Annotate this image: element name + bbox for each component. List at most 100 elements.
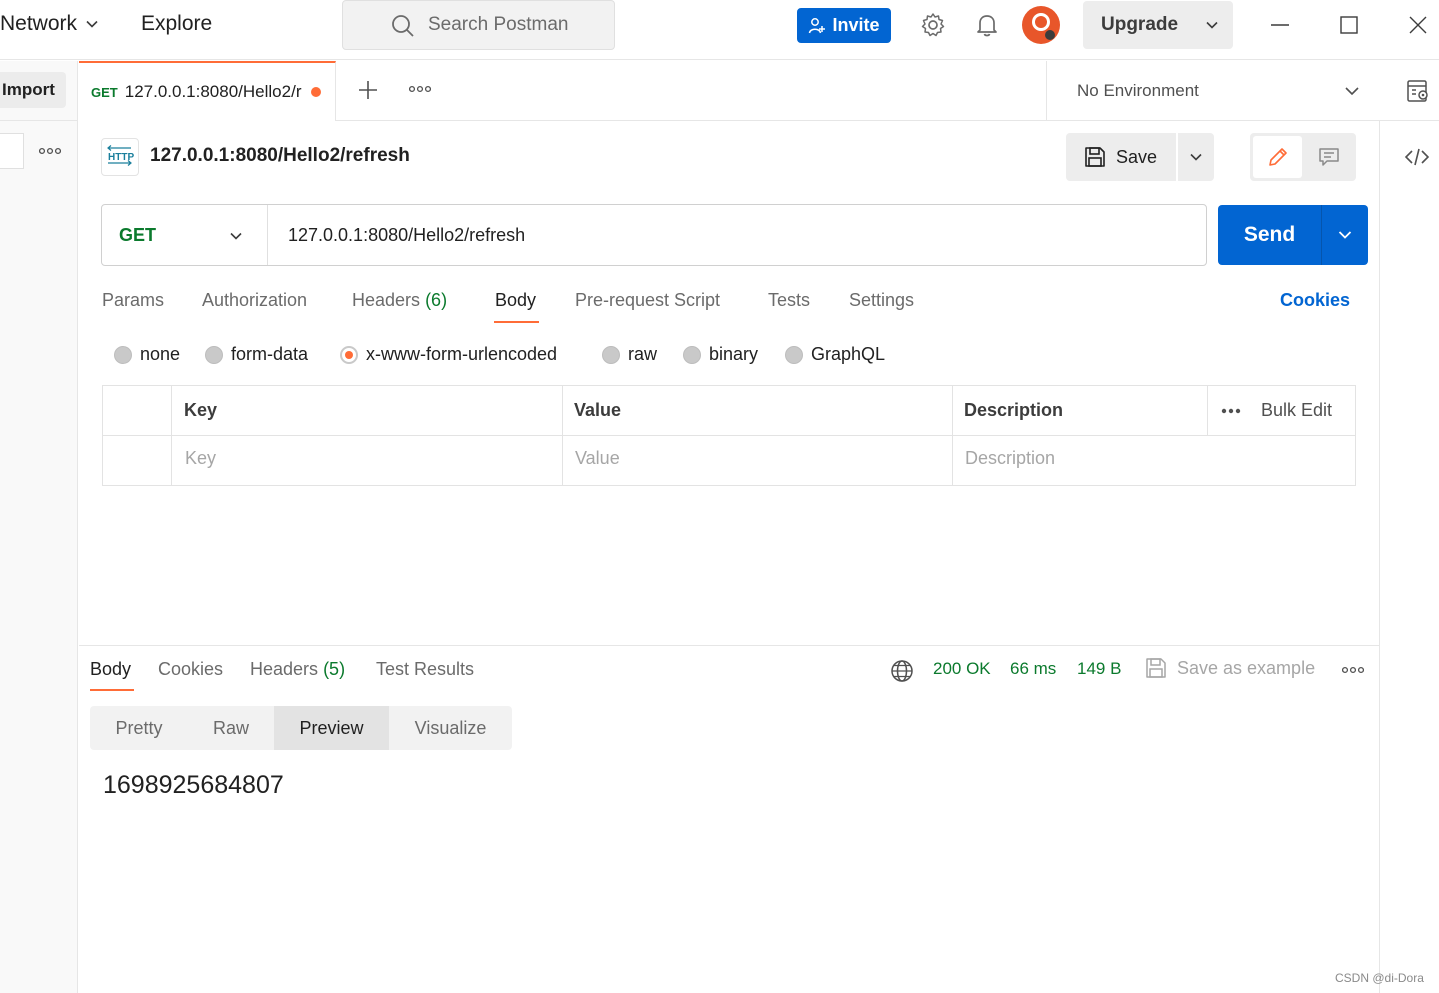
save-options-dropdown[interactable] <box>1178 133 1214 181</box>
upgrade-button[interactable]: Upgrade <box>1083 1 1233 49</box>
http-request-icon: HTTP <box>101 138 139 176</box>
radio-label: form-data <box>231 344 309 364</box>
tab-authorization[interactable]: Authorization <box>202 290 307 311</box>
response-tab-body[interactable]: Body <box>90 659 131 680</box>
import-button[interactable]: Import <box>0 72 66 108</box>
send-button[interactable]: Send <box>1218 205 1321 265</box>
new-tab-plus-icon[interactable] <box>356 78 380 102</box>
tab-headers[interactable]: Headers (6) <box>352 290 447 311</box>
pencil-icon <box>1268 148 1287 166</box>
save-disk-icon <box>1085 147 1105 167</box>
radio-label: GraphQL <box>811 344 886 364</box>
radio-form-data[interactable]: form-data <box>205 344 308 365</box>
bulk-edit-button[interactable]: Bulk Edit <box>1261 400 1332 421</box>
radio-label: raw <box>628 344 658 364</box>
more-options-icon[interactable] <box>1342 666 1364 674</box>
request-tab-strip: GET 127.0.0.1:8080/Hello2/r No Environme… <box>79 61 1439 121</box>
watermark: CSDN @di-Dora <box>1335 971 1424 985</box>
view-pretty[interactable]: Pretty <box>90 706 188 750</box>
tab-label: Headers <box>352 290 421 310</box>
key-input[interactable]: Key <box>185 448 216 469</box>
environment-quick-look-icon[interactable] <box>1405 78 1431 104</box>
tab-tests[interactable]: Tests <box>768 290 810 311</box>
radio-x-www-form-urlencoded[interactable]: x-www-form-urlencoded <box>340 344 557 365</box>
edit-mode-button[interactable] <box>1253 136 1302 178</box>
tab-params[interactable]: Params <box>102 290 164 311</box>
sidebar-filter-input[interactable] <box>0 133 24 169</box>
method-dropdown[interactable]: GET <box>102 205 268 265</box>
active-tab-indicator <box>90 689 134 691</box>
response-tab-headers[interactable]: Headers (5) <box>250 659 345 680</box>
save-button[interactable]: Save <box>1066 133 1176 181</box>
radio-label: binary <box>709 344 759 364</box>
invite-button[interactable]: Invite <box>797 8 891 43</box>
chevron-down-icon <box>1206 21 1218 29</box>
description-input[interactable]: Description <box>965 448 1055 469</box>
close-icon[interactable] <box>1407 14 1429 36</box>
cookies-link[interactable]: Cookies <box>1280 290 1350 311</box>
value-input[interactable]: Value <box>575 448 620 469</box>
column-header-key: Key <box>184 400 218 420</box>
response-body-preview: 1698925684807 <box>103 771 284 799</box>
network-menu[interactable]: Network <box>0 12 99 36</box>
tab-label: Authorization <box>202 290 308 310</box>
form-params-table: Key Value Description Bulk Edit Key Valu… <box>102 385 1356 486</box>
tab-label: Test Results <box>376 659 475 679</box>
column-divider <box>1207 386 1208 436</box>
view-preview[interactable]: Preview <box>274 706 389 750</box>
environment-selector[interactable]: No Environment <box>1046 61 1378 121</box>
search-icon <box>392 15 414 37</box>
tab-body[interactable]: Body <box>495 290 536 311</box>
search-box[interactable]: Search Postman <box>342 0 615 50</box>
radio-dot <box>602 345 620 364</box>
status-code[interactable]: 200 OK <box>933 659 991 679</box>
tab-label: Body <box>495 290 537 310</box>
search-placeholder: Search Postman <box>428 14 569 35</box>
active-tab-indicator <box>494 321 539 323</box>
chevron-down-icon <box>1345 87 1359 96</box>
explore-link[interactable]: Explore <box>141 12 212 36</box>
globe-icon[interactable] <box>890 659 914 683</box>
response-view-selector: Pretty Raw Preview Visualize <box>90 706 512 750</box>
request-title[interactable]: 127.0.0.1:8080/Hello2/refresh <box>150 145 410 167</box>
tab-more-options-icon[interactable] <box>409 85 431 93</box>
tab-label: Params <box>102 290 165 310</box>
tab-active-request[interactable]: GET 127.0.0.1:8080/Hello2/r <box>79 61 336 121</box>
chevron-down-icon <box>1338 231 1352 239</box>
column-header-description: Description <box>964 400 1064 420</box>
url-input[interactable]: 127.0.0.1:8080/Hello2/refresh <box>288 205 1188 265</box>
tab-label: Cookies <box>158 659 224 679</box>
response-tab-test-results[interactable]: Test Results <box>376 659 474 680</box>
avatar[interactable] <box>1022 6 1060 44</box>
upgrade-label: Upgrade <box>1101 14 1179 35</box>
response-size[interactable]: 149 B <box>1077 659 1121 679</box>
radio-graphql[interactable]: GraphQL <box>785 344 885 365</box>
notifications-bell-icon[interactable] <box>974 12 1000 38</box>
send-options-dropdown[interactable] <box>1321 205 1368 265</box>
tab-label: Pre-request Script <box>575 290 721 310</box>
minimize-icon[interactable] <box>1269 14 1291 36</box>
right-context-bar <box>1379 121 1439 993</box>
headers-count: (6) <box>425 290 448 310</box>
maximize-icon[interactable] <box>1338 14 1360 36</box>
radio-raw[interactable]: raw <box>602 344 657 365</box>
code-snippet-icon[interactable] <box>1404 147 1430 167</box>
more-options-icon[interactable] <box>1221 408 1241 414</box>
save-as-example-label: Save as example <box>1177 657 1316 678</box>
response-time[interactable]: 66 ms <box>1010 659 1056 679</box>
view-visualize[interactable]: Visualize <box>389 706 512 750</box>
tab-settings[interactable]: Settings <box>849 290 914 311</box>
unsaved-indicator <box>311 87 322 97</box>
more-options-icon[interactable] <box>39 147 61 155</box>
tab-pre-request-script[interactable]: Pre-request Script <box>575 290 720 311</box>
tab-method: GET <box>91 84 118 100</box>
radio-dot-selected <box>340 345 358 364</box>
radio-binary[interactable]: binary <box>683 344 758 365</box>
settings-gear-icon[interactable] <box>920 12 946 38</box>
comments-mode-button[interactable] <box>1305 136 1353 178</box>
view-raw[interactable]: Raw <box>188 706 274 750</box>
response-pane-divider[interactable] <box>79 645 1379 646</box>
save-as-example-button[interactable]: Save as example <box>1145 657 1315 679</box>
radio-none[interactable]: none <box>114 344 180 365</box>
response-tab-cookies[interactable]: Cookies <box>158 659 223 680</box>
